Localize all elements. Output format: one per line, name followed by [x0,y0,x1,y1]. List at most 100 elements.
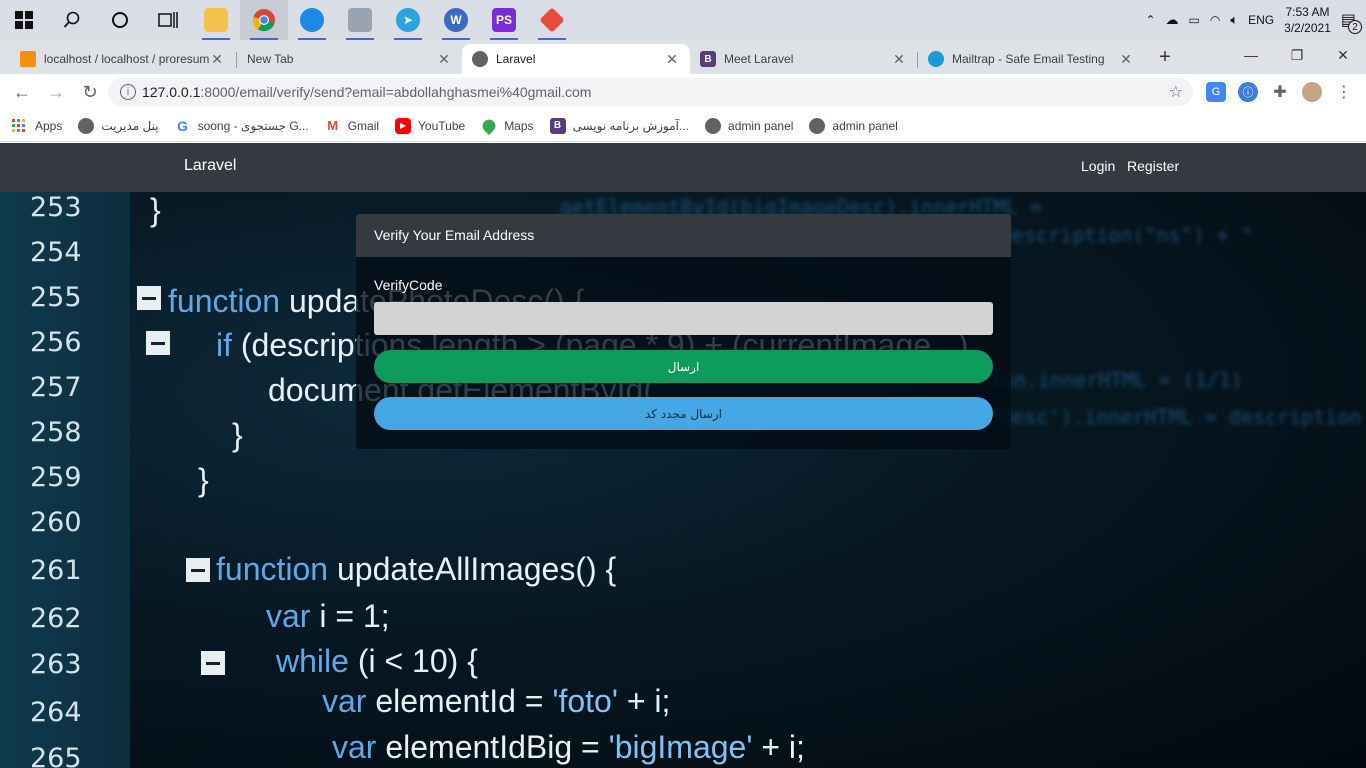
tab-meet-laravel[interactable]: B Meet Laravel ✕ [690,44,917,74]
menu-kebab-icon[interactable]: ⋮ [1334,82,1354,102]
cortana-button[interactable] [96,0,144,40]
code-text: elementId = [366,683,553,719]
volume-icon[interactable]: 🔈︎ [1230,12,1238,28]
app-blue-icon [300,8,324,32]
chrome-icon [252,9,275,32]
code-keyword: var [322,683,367,719]
verify-code-input[interactable] [374,302,993,335]
tab-laravel[interactable]: Laravel ✕ [462,44,690,74]
tab-new-tab[interactable]: New Tab ✕ [237,44,462,74]
clock-time: 7:53 AM [1285,5,1330,19]
taskbar-phpstorm[interactable]: PS [480,0,528,40]
navbar-brand[interactable]: Laravel [184,157,236,175]
bookmark-youtube[interactable]: ▶ YouTube [395,117,465,134]
code-line: } [232,417,243,453]
tab-title: Laravel [496,52,536,66]
fold-marker-icon [146,331,170,355]
bookmark-admin-panel-fa[interactable]: پنل مدیریت [78,117,159,134]
forward-button[interactable]: → [40,76,72,108]
task-view-button[interactable] [144,0,192,40]
login-link[interactable]: Login [1081,158,1115,174]
telegram-icon: ➤ [396,8,420,32]
line-number: 260 [30,507,82,538]
extension-blue-icon[interactable]: ⓘ [1238,82,1258,102]
line-number: 265 [30,743,82,768]
phpstorm-icon: PS [492,8,516,32]
tab-title: New Tab [247,52,294,66]
bookmark-programming-course[interactable]: B آموزش برنامه نویسی... [549,117,690,134]
taskbar-git[interactable] [528,0,576,40]
bookmark-apps[interactable]: Apps [12,118,62,133]
tab-mailtrap[interactable]: Mailtrap - Safe Email Testing ✕ [918,44,1144,74]
code-text: updateAllImages() { [328,551,617,587]
submit-button[interactable]: ارسال [374,350,993,383]
battery-icon[interactable]: ▭ [1189,13,1200,27]
close-icon[interactable]: ✕ [209,51,225,68]
bookmark-label: آموزش برنامه نویسی... [572,118,690,133]
register-link[interactable]: Register [1127,158,1179,174]
bookmark-google-search[interactable]: G soong - جستجوی G... [175,118,309,134]
onedrive-error-icon[interactable]: ☁ [1166,12,1179,28]
taskbar-app-monitor[interactable] [336,0,384,40]
tab-phpmyadmin[interactable]: localhost / localhost / proresum ✕ [10,44,235,74]
notification-count: 2 [1348,20,1362,34]
taskbar-chrome[interactable] [240,0,288,40]
taskbar-file-explorer[interactable] [192,0,240,40]
bookmark-admin-panel-2[interactable]: admin panel [809,117,898,134]
language-indicator[interactable]: ENG [1248,13,1274,27]
restore-button[interactable]: ❐ [1274,40,1320,70]
bookmark-label: admin panel [728,118,794,133]
bookmark-gmail[interactable]: M Gmail [325,118,379,134]
back-button[interactable]: ← [6,76,38,108]
taskbar-app-blue[interactable] [288,0,336,40]
chevron-up-icon[interactable]: ⌃ [1145,13,1155,27]
bookmark-maps[interactable]: Maps [480,116,534,135]
taskbar-telegram[interactable]: ➤ [384,0,432,40]
verify-code-label: VerifyCode [374,277,443,293]
address-bar[interactable]: i 127.0.0.1:8000/email/verify/send?email… [108,78,1193,106]
windows-start-button[interactable] [0,0,48,40]
site-navbar: Laravel Login Register [0,143,1366,192]
verify-email-card: Verify Your Email Address VerifyCode ارس… [356,214,1011,449]
wamp-icon: W [444,8,468,32]
line-number: 258 [30,417,82,448]
resend-code-button[interactable]: ارسال مجدد کد [374,397,993,430]
info-icon[interactable]: i [120,84,136,100]
reload-button[interactable]: ↻ [74,76,106,108]
notification-center-button[interactable]: ▤ 2 [1341,10,1362,34]
close-icon[interactable]: ✕ [891,51,907,68]
close-window-button[interactable]: ✕ [1320,40,1366,70]
minimize-button[interactable]: — [1228,40,1274,70]
arrow-right-icon: → [47,81,65,102]
line-number: 263 [30,649,82,680]
code-line: function updateAllImages() { [216,551,616,588]
close-icon[interactable]: ✕ [664,51,680,68]
close-icon[interactable]: ✕ [1118,51,1134,68]
bookmark-label: admin panel [832,118,898,133]
close-icon[interactable]: ✕ [436,51,452,68]
bootstrap-icon: B [700,51,716,67]
bookmarks-bar: Apps پنل مدیریت G soong - جستجوی G... M … [0,110,1366,142]
bookmark-label: پنل مدیریت [101,118,159,133]
clock[interactable]: 7:53 AM 3/2/2021 [1284,4,1331,36]
new-tab-button[interactable]: + [1142,42,1188,72]
line-number: 259 [30,462,82,493]
wifi-icon[interactable]: ◠ [1210,13,1220,27]
folder-icon [204,8,228,32]
clock-date: 3/2/2021 [1284,21,1331,35]
google-icon: G [177,117,188,134]
fold-marker-icon [137,286,161,310]
code-line: } [150,192,161,228]
taskbar-search-button[interactable] [48,0,96,40]
line-number: 254 [30,237,82,268]
extensions-puzzle-icon[interactable]: ✚ [1270,82,1290,102]
minimize-icon: — [1244,47,1258,63]
bookmark-star-icon[interactable]: ☆ [1169,82,1183,102]
monitor-icon [348,8,372,32]
profile-avatar[interactable] [1302,82,1322,102]
bookmark-admin-panel-1[interactable]: admin panel [705,117,794,134]
taskbar-wamp[interactable]: W [432,0,480,40]
card-header: Verify Your Email Address [356,214,1011,257]
google-translate-icon[interactable]: G [1206,82,1226,102]
tab-title: Meet Laravel [724,52,794,66]
